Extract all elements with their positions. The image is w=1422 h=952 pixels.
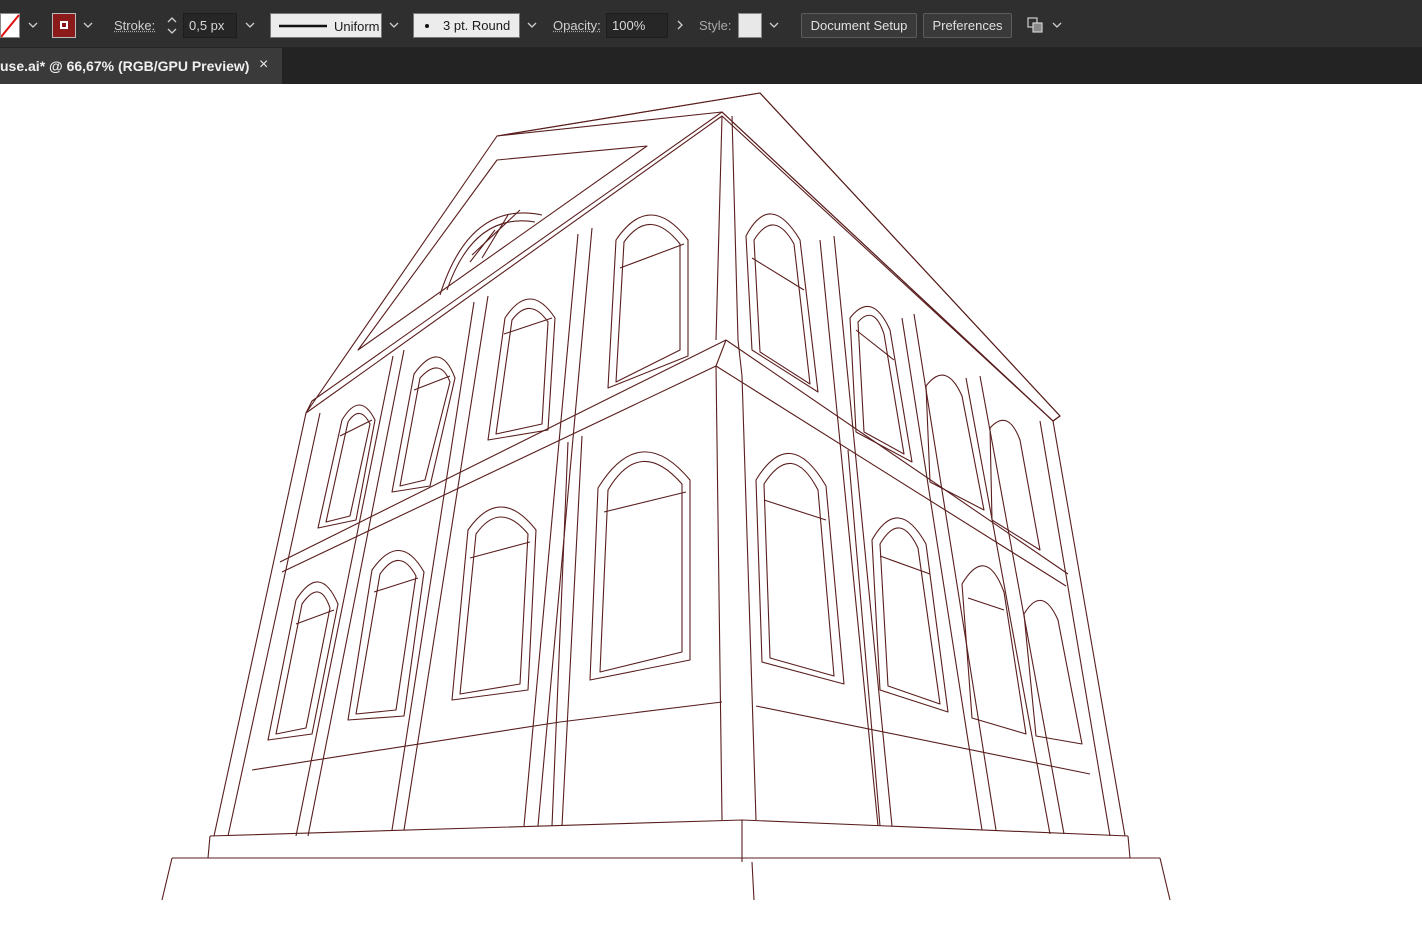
graphic-style-dropdown-icon[interactable] — [764, 13, 784, 38]
fill-none-swatch-icon — [0, 14, 20, 38]
arrange-documents-icon — [1027, 17, 1062, 33]
stroke-weight-dropdown-icon[interactable] — [240, 13, 260, 38]
window-transoms — [295, 243, 1005, 625]
document-tab[interactable]: use.ai* @ 66,67% (RGB/GPU Preview) × — [0, 48, 282, 84]
fill-dropdown-chevron-icon[interactable] — [24, 13, 42, 38]
stroke-swatch-icon — [60, 21, 68, 29]
document-setup-button[interactable]: Document Setup — [801, 13, 917, 38]
brush-definition-label: 3 pt. Round — [443, 18, 511, 33]
uniform-line-icon — [279, 24, 327, 28]
document-tab-title: use.ai* @ 66,67% (RGB/GPU Preview) — [0, 58, 250, 74]
opacity-flyout-chevron-icon[interactable] — [670, 13, 690, 38]
artboard-canvas[interactable] — [0, 84, 1422, 952]
brush-dot-icon — [425, 24, 429, 28]
graphic-style-swatch[interactable] — [738, 13, 762, 38]
stroke-swatch[interactable] — [52, 13, 76, 38]
variable-width-profile-select[interactable]: Uniform — [270, 13, 382, 38]
lower-right-windows — [755, 452, 1083, 745]
style-label: Style: — [699, 18, 732, 33]
house-roof — [305, 92, 1061, 422]
lower-left-windows — [267, 451, 691, 741]
stroke-color-chevron-icon[interactable] — [80, 13, 96, 38]
stroke-weight-input[interactable]: 0,5 px — [183, 13, 237, 38]
variable-width-dropdown-icon[interactable] — [384, 13, 404, 38]
brush-definition-select[interactable]: 3 pt. Round — [413, 13, 520, 38]
document-tab-bar: use.ai* @ 66,67% (RGB/GPU Preview) × — [0, 48, 1422, 84]
stroke-weight-stepper[interactable] — [162, 13, 182, 38]
control-bar: Stroke: 0,5 px Uniform 3 pt. Round Opaci… — [0, 0, 1422, 48]
fill-swatch[interactable] — [0, 13, 20, 38]
close-tab-icon[interactable]: × — [259, 48, 268, 82]
upper-left-windows — [317, 214, 689, 529]
house-artwork — [161, 92, 1171, 901]
opacity-label[interactable]: Opacity: — [553, 13, 603, 38]
arrange-documents-button[interactable] — [1022, 13, 1066, 38]
brush-definition-dropdown-icon[interactable] — [522, 13, 542, 38]
gable-round-window — [439, 209, 543, 296]
stroke-label[interactable]: Stroke: — [114, 13, 158, 38]
upper-right-windows — [745, 213, 1041, 551]
opacity-input[interactable]: 100% — [606, 13, 668, 38]
variable-width-profile-label: Uniform — [334, 19, 380, 34]
preferences-button[interactable]: Preferences — [923, 13, 1012, 38]
main-walls — [213, 365, 1126, 837]
